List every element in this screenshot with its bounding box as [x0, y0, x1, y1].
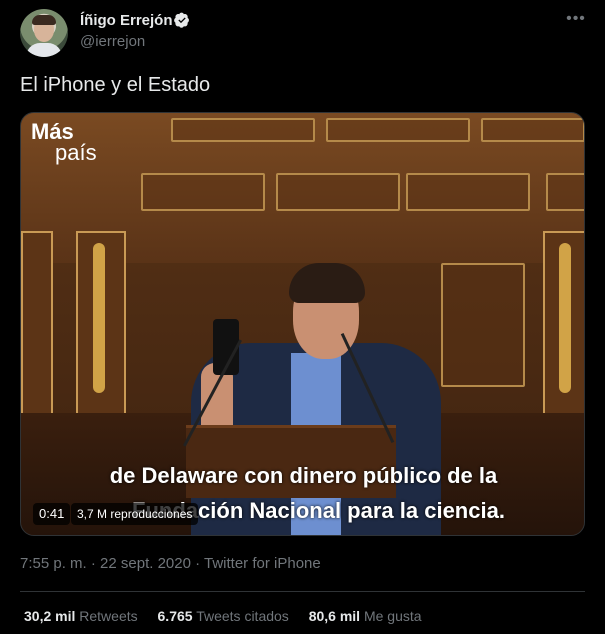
- speaker-hair: [289, 263, 365, 303]
- tweet-header: Íñigo Errejón @ierrejon •••: [0, 0, 605, 62]
- wall-panel: [171, 118, 315, 142]
- stat-label: Me gusta: [363, 608, 422, 624]
- wall-panel: [546, 173, 584, 211]
- video-views-badge: 3,7 M reproducciones: [71, 503, 199, 525]
- wall-panel: [141, 173, 265, 211]
- avatar-shirt: [26, 43, 62, 57]
- wall-panel: [441, 263, 525, 387]
- video-player[interactable]: Más país de Delaware con dinero público …: [20, 112, 585, 536]
- stat-count: 80,6 mil: [308, 608, 361, 624]
- tweet-timestamp[interactable]: 7:55 p. m. · 22 sept. 2020 · Twitter for…: [20, 555, 321, 572]
- more-options-icon[interactable]: •••: [566, 10, 586, 30]
- divider: [20, 591, 585, 592]
- wall-panel: [481, 118, 584, 142]
- avatar[interactable]: [20, 9, 68, 57]
- stat-label: Tweets citados: [196, 608, 289, 624]
- author-handle[interactable]: @ierrejon: [80, 33, 145, 50]
- stat-quote-tweets[interactable]: 6.765 Tweets citados: [158, 608, 293, 624]
- stat-count: 30,2 mil: [24, 608, 76, 624]
- wall-panel: [276, 173, 400, 211]
- tweet-stats: 30,2 mil Retweets 6.765 Tweets citados 8…: [24, 608, 438, 624]
- verified-badge-icon: [174, 12, 189, 28]
- stat-count: 6.765: [157, 608, 193, 624]
- subtitle-line-1: de Delaware con dinero público de la: [109, 463, 498, 488]
- wall-panel: [406, 173, 530, 211]
- wheat-ornament: [559, 243, 571, 393]
- avatar-hair: [32, 15, 56, 25]
- logo-line-2: país: [55, 140, 97, 165]
- stat-label: Retweets: [79, 608, 138, 624]
- wall-pilaster: [21, 231, 53, 415]
- tweet-text: El iPhone y el Estado: [20, 74, 211, 96]
- video-duration-badge: 0:41: [33, 503, 71, 525]
- channel-logo: Más país: [31, 121, 97, 165]
- wall-panel: [326, 118, 470, 142]
- wheat-ornament: [93, 243, 105, 393]
- author-name[interactable]: Íñigo Errejón: [80, 12, 173, 29]
- stat-likes[interactable]: 80,6 mil Me gusta: [309, 608, 422, 624]
- stat-retweets[interactable]: 30,2 mil Retweets: [24, 608, 142, 624]
